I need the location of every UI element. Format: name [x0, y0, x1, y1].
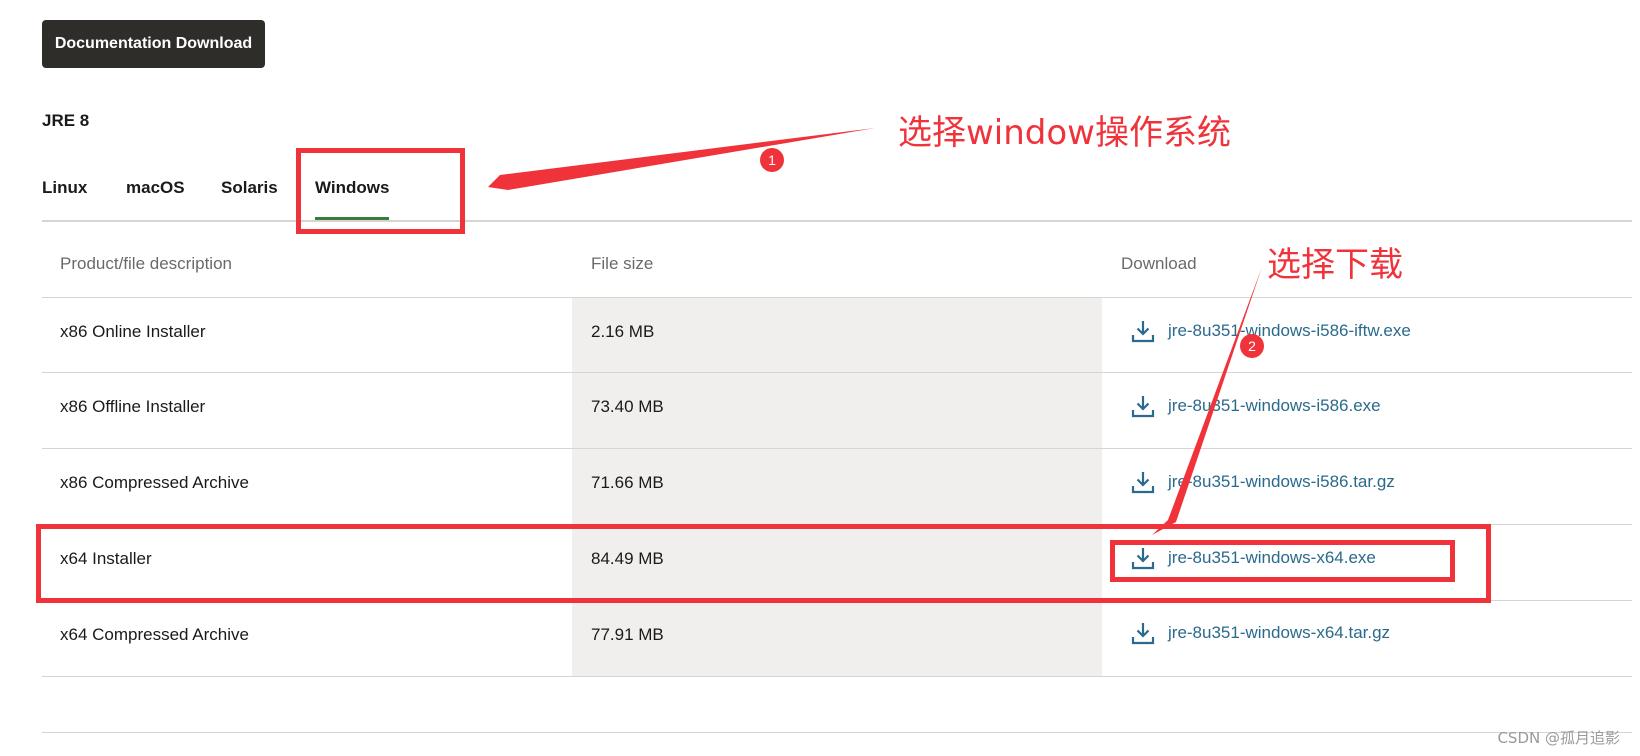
step-badge-2: 2 [1240, 334, 1264, 358]
annotation-select-download: 选择下载 [1267, 245, 1403, 285]
annotation-arrows [488, 128, 1262, 535]
watermark: CSDN @孤月追影 [1497, 729, 1620, 747]
arrow-2 [1152, 267, 1262, 535]
step-badge-1: 1 [760, 148, 784, 172]
annotation-select-os: 选择window操作系统 [898, 113, 1231, 153]
arrow-1 [488, 128, 875, 190]
